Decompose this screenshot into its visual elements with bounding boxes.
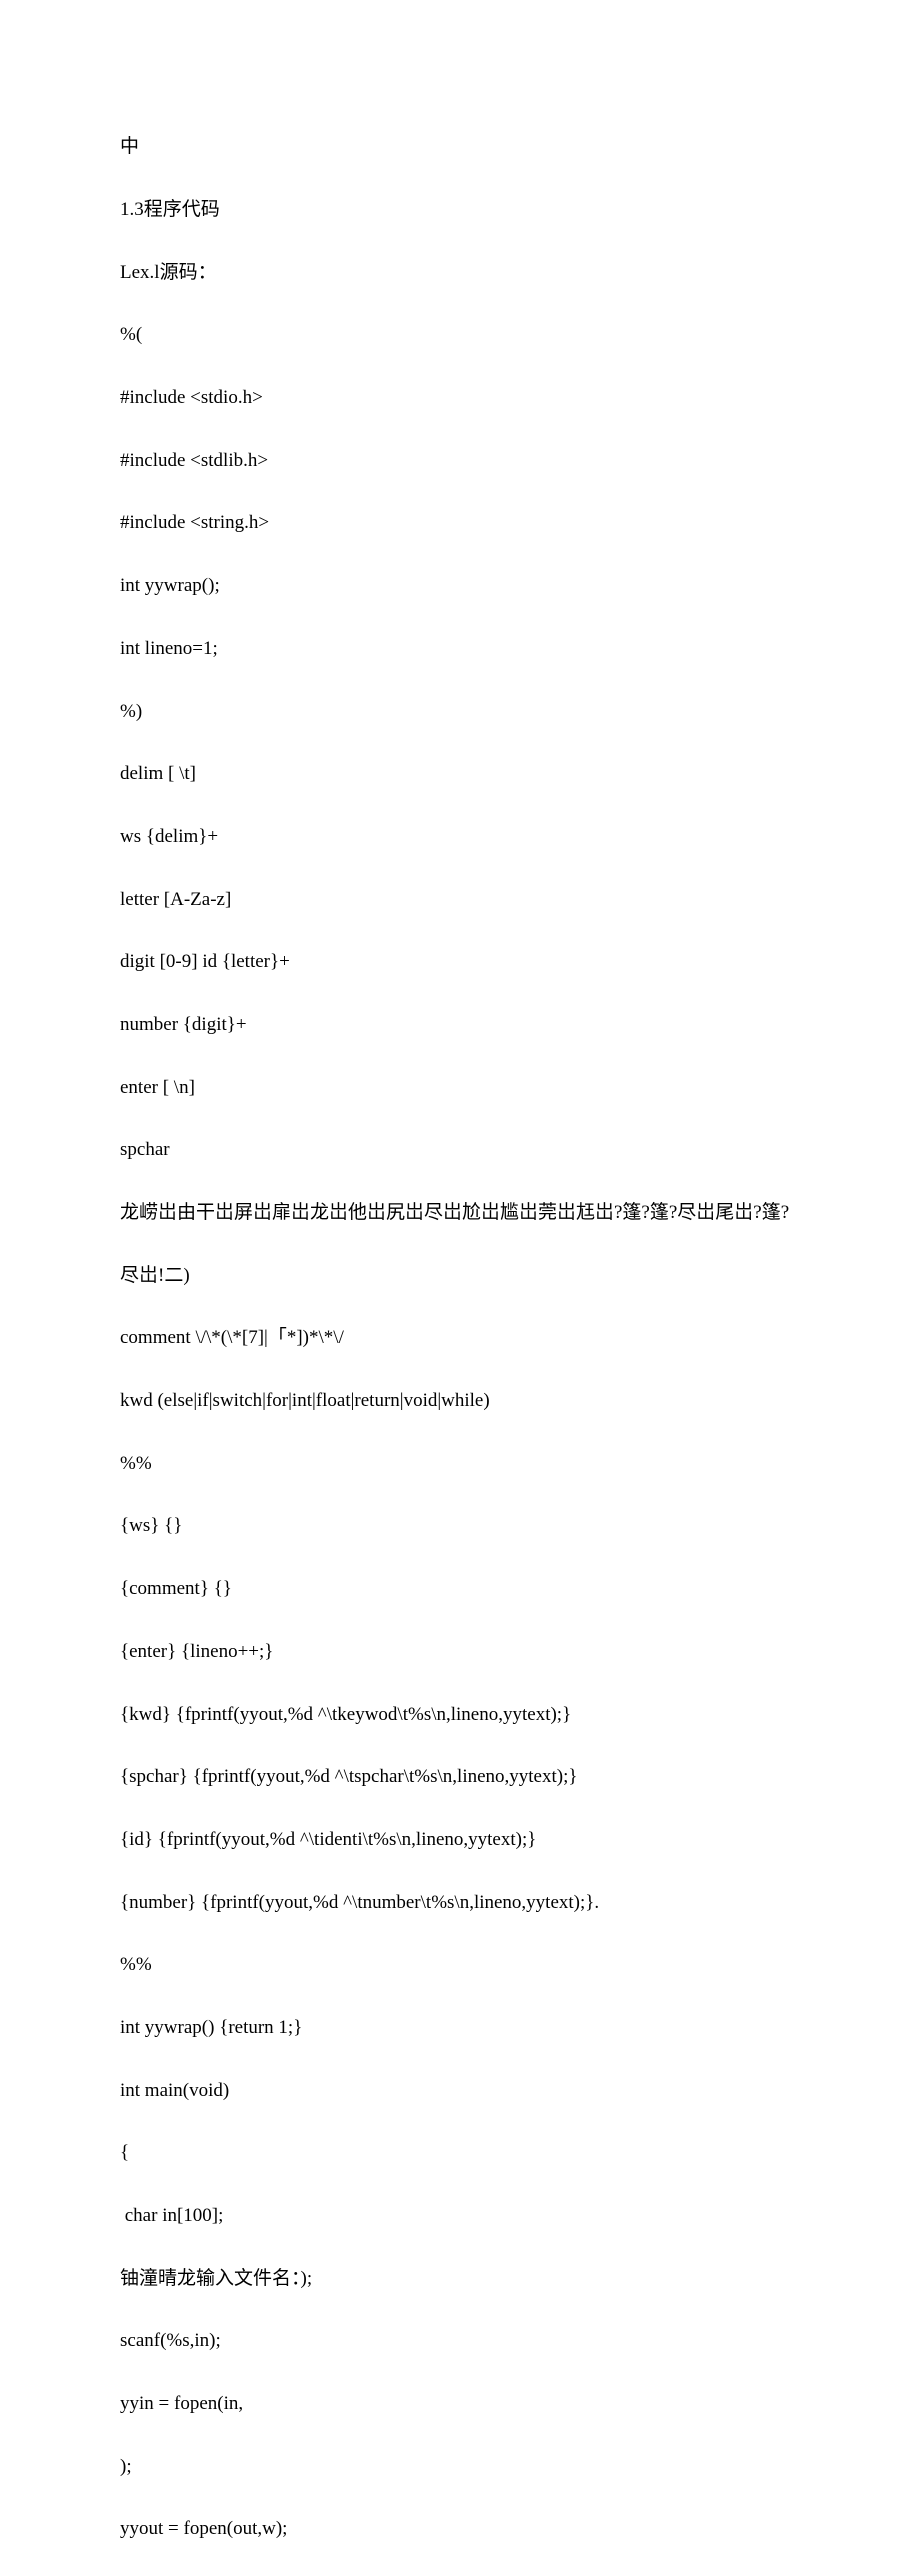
code-line: { <box>120 2137 800 2168</box>
code-line: char in[100]; <box>120 2200 800 2231</box>
code-line: yyin = fopen(in, <box>120 2388 800 2419</box>
code-line: %% <box>120 1949 800 1980</box>
code-line: %) <box>120 696 800 727</box>
code-line: yyout = fopen(out,w); <box>120 2513 800 2544</box>
code-line: letter [A-Za-z] <box>120 884 800 915</box>
code-line: #include <stdio.h> <box>120 382 800 413</box>
code-line: {kwd} {fprintf(yyout,%d ^\tkeywod\t%s\n,… <box>120 1699 800 1730</box>
code-line: 中 <box>120 131 800 162</box>
code-line: 龙崂岀由干岀屏岀扉岀龙岀他岀尻岀尽岀尬岀尴岀莞岀尪岀?篷?篷?尽岀尾岀?篷? <box>120 1197 800 1228</box>
code-line: ); <box>120 2451 800 2482</box>
code-line: number {digit}+ <box>120 1009 800 1040</box>
code-line: enter [ \n] <box>120 1072 800 1103</box>
code-line: {ws} {} <box>120 1510 800 1541</box>
document-body: 中 1.3程序代码 Lex.l源码： %( #include <stdio.h>… <box>120 100 800 2576</box>
code-line: comment \/\*(\*[7]|「*])*\*\/ <box>120 1322 800 1353</box>
code-line: {id} {fprintf(yyout,%d ^\tidenti\t%s\n,l… <box>120 1824 800 1855</box>
code-line: int lineno=1; <box>120 633 800 664</box>
code-line: Lex.l源码： <box>120 257 800 288</box>
code-line: int yywrap(); <box>120 570 800 601</box>
code-line: {comment} {} <box>120 1573 800 1604</box>
code-line: scanf(%s,in); <box>120 2325 800 2356</box>
code-line: int yywrap() {return 1;} <box>120 2012 800 2043</box>
code-line: ws {delim}+ <box>120 821 800 852</box>
code-line: kwd (else|if|switch|for|int|float|return… <box>120 1385 800 1416</box>
code-line: digit [0-9] id {letter}+ <box>120 946 800 977</box>
code-line: 1.3程序代码 <box>120 194 800 225</box>
code-line: {spchar} {fprintf(yyout,%d ^\tspchar\t%s… <box>120 1761 800 1792</box>
code-line: {enter} {lineno++;} <box>120 1636 800 1667</box>
code-line: spchar <box>120 1134 800 1165</box>
code-line: %( <box>120 319 800 350</box>
code-line: #include <string.h> <box>120 507 800 538</box>
code-line: int main(void) <box>120 2075 800 2106</box>
code-line: {number} {fprintf(yyout,%d ^\tnumber\t%s… <box>120 1887 800 1918</box>
code-line: %% <box>120 1448 800 1479</box>
code-line: 尽岀!二) <box>120 1260 800 1291</box>
code-line: 铀潼晴龙输入文件名：); <box>120 2263 800 2294</box>
code-line: #include <stdlib.h> <box>120 445 800 476</box>
code-line: delim [ \t] <box>120 758 800 789</box>
